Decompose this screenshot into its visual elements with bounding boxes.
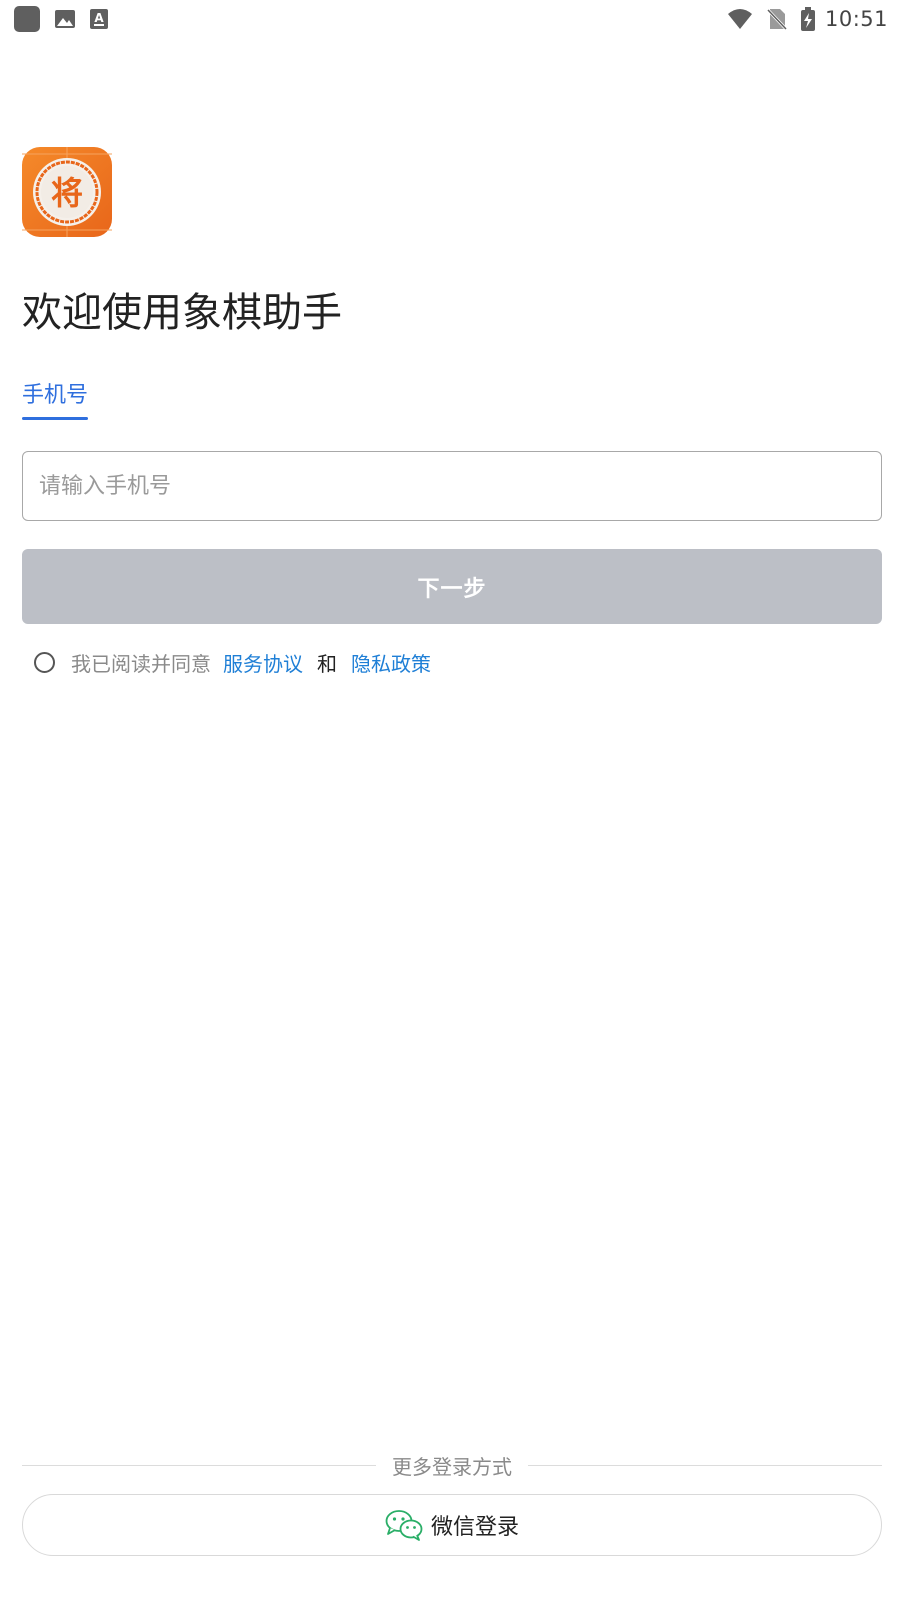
divider-line-right bbox=[528, 1464, 882, 1466]
terms-of-service-link[interactable]: 服务协议 bbox=[223, 648, 303, 677]
wechat-login-label: 微信登录 bbox=[430, 1515, 519, 1540]
more-login-divider: 更多登录方式 bbox=[22, 1450, 882, 1480]
text-a-icon: A bbox=[90, 9, 108, 29]
agreement-checkbox[interactable] bbox=[34, 651, 55, 673]
agreement-and-text: 和 bbox=[317, 651, 337, 676]
tab-phone[interactable]: 手机号 bbox=[22, 378, 89, 420]
privacy-policy-link[interactable]: 隐私政策 bbox=[351, 648, 431, 677]
status-bar: A 10:51 bbox=[0, 0, 900, 38]
status-bar-right: 10:51 bbox=[727, 5, 888, 33]
no-sim-icon bbox=[766, 8, 787, 30]
tab-active-indicator bbox=[22, 417, 89, 420]
app-notification-icon bbox=[14, 6, 40, 32]
phone-input-container bbox=[22, 451, 882, 521]
svg-text:A: A bbox=[94, 11, 104, 25]
login-screen: A 10:51 将 欢迎使用象棋助手 手机号 请输入手机号 下一步 我已阅读并同… bbox=[0, 0, 900, 1600]
battery-charging-icon bbox=[800, 7, 815, 31]
wechat-icon bbox=[385, 1510, 423, 1541]
wifi-icon bbox=[727, 9, 752, 29]
svg-text:将: 将 bbox=[51, 174, 83, 212]
next-button[interactable]: 下一步 bbox=[22, 549, 882, 624]
tab-phone-label: 手机号 bbox=[22, 383, 89, 408]
page-title: 欢迎使用象棋助手 bbox=[22, 290, 342, 336]
divider-line-left bbox=[22, 1464, 376, 1466]
status-bar-left: A bbox=[14, 5, 122, 33]
image-icon bbox=[55, 10, 75, 28]
app-logo-icon: 将 bbox=[22, 147, 112, 237]
phone-input[interactable] bbox=[23, 452, 881, 520]
status-time: 10:51 bbox=[824, 7, 888, 31]
agreement-prefix: 我已阅读并同意 bbox=[71, 651, 211, 676]
wechat-login-button[interactable]: 微信登录 bbox=[22, 1494, 882, 1556]
more-login-label: 更多登录方式 bbox=[392, 1454, 512, 1479]
agreement-row: 我已阅读并同意 服务协议 和 隐私政策 bbox=[34, 647, 431, 677]
